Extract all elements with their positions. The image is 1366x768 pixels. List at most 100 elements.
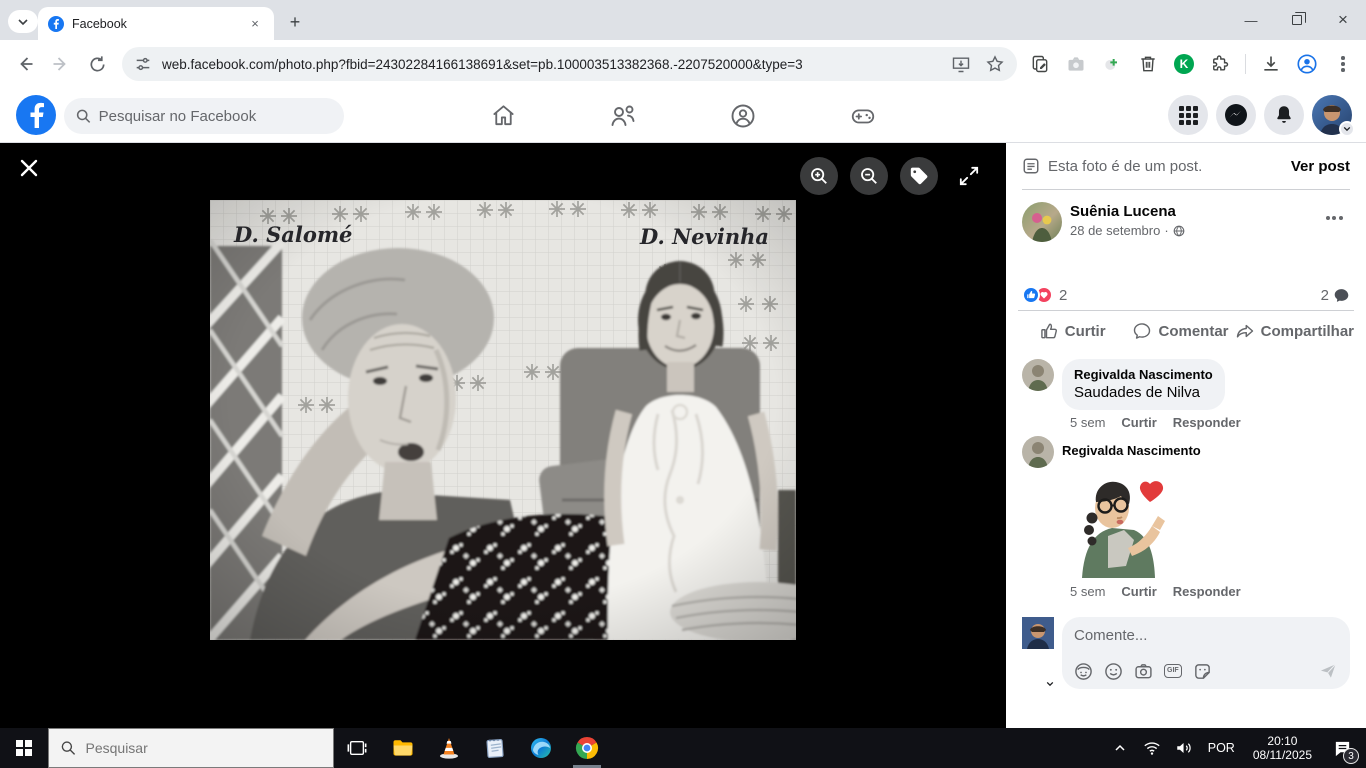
facebook-search[interactable] (64, 98, 344, 134)
downloads-button[interactable] (1256, 49, 1286, 79)
comment-time[interactable]: 5 sem (1070, 415, 1105, 430)
nav-home-tab[interactable] (489, 102, 517, 130)
emoji-icon[interactable] (1104, 662, 1123, 681)
bookmark-star-icon[interactable] (985, 54, 1005, 74)
windows-logo-icon (16, 740, 32, 756)
vlc-button[interactable] (426, 728, 472, 768)
comment-sticker[interactable] (1068, 470, 1180, 578)
chrome-button[interactable] (564, 728, 610, 768)
comment-time[interactable]: 5 sem (1070, 584, 1105, 599)
comment-like-link[interactable]: Curtir (1121, 415, 1156, 430)
sticker-icon[interactable] (1193, 662, 1212, 681)
fullscreen-button[interactable] (950, 157, 988, 195)
start-button[interactable] (0, 728, 48, 768)
tab-close-icon[interactable]: × (246, 15, 264, 33)
like-button[interactable]: Curtir (1018, 315, 1126, 347)
kaspersky-extension-icon[interactable]: K (1169, 49, 1199, 79)
wifi-icon[interactable] (1138, 728, 1166, 768)
install-app-icon[interactable] (951, 54, 971, 74)
like-reaction-icon[interactable] (1022, 286, 1040, 304)
notes-extension-icon[interactable] (1025, 49, 1055, 79)
taskbar-search-input[interactable] (86, 740, 322, 756)
nav-groups-tab[interactable] (729, 102, 757, 130)
file-explorer-button[interactable] (380, 728, 426, 768)
trash-extension-icon[interactable] (1133, 49, 1163, 79)
browser-menu-button[interactable] (1328, 49, 1358, 79)
share-label: Compartilhar (1261, 323, 1354, 340)
close-icon (18, 157, 40, 179)
volume-icon[interactable] (1170, 728, 1198, 768)
comment-reply-link[interactable]: Responder (1173, 584, 1241, 599)
like-icon (1039, 321, 1059, 341)
window-minimize-button[interactable]: — (1228, 0, 1274, 40)
apps-menu-button[interactable] (1168, 95, 1208, 135)
post-date[interactable]: 28 de setembro (1070, 223, 1160, 238)
comment-count[interactable]: 2 (1321, 287, 1350, 304)
share-button[interactable]: Compartilhar (1235, 315, 1354, 347)
camera-icon[interactable] (1134, 662, 1153, 681)
clock-time: 20:10 (1253, 734, 1312, 748)
restore-icon (1292, 15, 1302, 25)
gif-icon[interactable]: GIF (1164, 664, 1182, 678)
tab-search-button[interactable] (8, 10, 38, 33)
taskbar-search[interactable] (48, 728, 334, 768)
viewer-close-button[interactable] (14, 153, 44, 183)
zoom-out-button[interactable] (850, 157, 888, 195)
facebook-search-input[interactable] (99, 108, 332, 125)
post-author-name[interactable]: Suênia Lucena (1070, 202, 1185, 221)
composer-avatar[interactable] (1022, 617, 1054, 689)
search-icon (61, 740, 76, 756)
comment-like-link[interactable]: Curtir (1121, 584, 1156, 599)
comment-bubble[interactable]: Regivalda Nascimento Saudades de Nilva (1062, 359, 1225, 410)
screenshot-extension-icon[interactable] (1061, 49, 1091, 79)
chevron-down-icon (1046, 680, 1054, 688)
gaming-icon (849, 101, 877, 131)
zoom-in-button[interactable] (800, 157, 838, 195)
reaction-count[interactable]: 2 (1059, 287, 1067, 304)
post-more-button[interactable] (1318, 202, 1350, 234)
post-actions: Curtir Comentar Compartilhar (1018, 310, 1354, 347)
window-close-button[interactable]: × (1320, 0, 1366, 40)
tray-chevron-up[interactable] (1106, 728, 1134, 768)
comment-author[interactable]: Regivalda Nascimento (1062, 436, 1201, 468)
action-center-button[interactable]: 3 (1324, 728, 1360, 768)
comment-author[interactable]: Regivalda Nascimento (1074, 367, 1213, 383)
back-button[interactable] (8, 47, 42, 81)
facebook-logo[interactable] (16, 95, 56, 135)
post-sidebar: Esta foto é de um post. Ver post Suênia … (1006, 143, 1366, 728)
post-photo[interactable]: D. Salomé D. Nevinha (210, 200, 796, 640)
comment-button[interactable]: Comentar (1126, 315, 1234, 347)
send-comment-button[interactable] (1318, 661, 1338, 681)
adder-extension-icon[interactable] (1097, 49, 1127, 79)
profile-button[interactable] (1292, 49, 1322, 79)
commenter-avatar[interactable] (1022, 359, 1054, 391)
commenter-avatar[interactable] (1022, 436, 1054, 468)
forward-button[interactable] (44, 47, 78, 81)
nav-friends-tab[interactable] (609, 102, 637, 130)
post-author-avatar[interactable] (1022, 202, 1062, 242)
extensions-puzzle-icon[interactable] (1205, 49, 1235, 79)
reload-button[interactable] (80, 47, 114, 81)
notifications-button[interactable] (1264, 95, 1304, 135)
comment-composer: Comente... GIF (1006, 605, 1366, 689)
messenger-button[interactable] (1216, 95, 1256, 135)
edge-button[interactable] (518, 728, 564, 768)
comment-item: Regivalda Nascimento (1022, 436, 1350, 468)
browser-tab-facebook[interactable]: Facebook × (38, 7, 274, 40)
comment-input[interactable]: Comente... GIF (1062, 617, 1350, 689)
nav-gaming-tab[interactable] (849, 102, 877, 130)
avatar-sticker-icon[interactable] (1074, 662, 1093, 681)
task-view-button[interactable] (334, 728, 380, 768)
taskbar-clock[interactable]: 20:10 08/11/2025 (1245, 734, 1320, 762)
tag-photo-button[interactable] (900, 157, 938, 195)
reload-icon (88, 55, 107, 74)
url-bar[interactable]: web.facebook.com/photo.php?fbid=24302284… (122, 47, 1017, 81)
url-text[interactable]: web.facebook.com/photo.php?fbid=24302284… (162, 57, 941, 72)
language-indicator[interactable]: POR (1202, 741, 1241, 755)
view-post-link[interactable]: Ver post (1291, 158, 1350, 175)
profile-avatar[interactable] (1312, 95, 1352, 135)
notepad-button[interactable] (472, 728, 518, 768)
new-tab-button[interactable]: + (282, 9, 308, 35)
comment-reply-link[interactable]: Responder (1173, 415, 1241, 430)
window-restore-button[interactable] (1274, 0, 1320, 40)
